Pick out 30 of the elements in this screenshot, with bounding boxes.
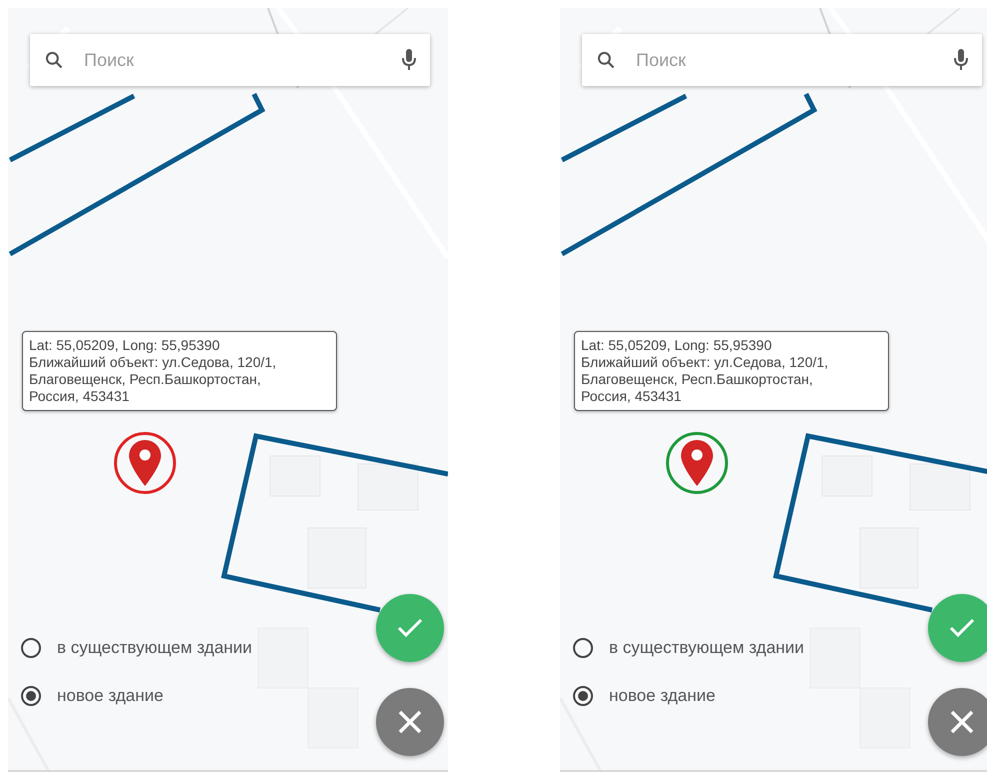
radio-option[interactable]: в существующем здании [21, 638, 252, 658]
microphone-icon[interactable] [402, 49, 416, 71]
search-icon [44, 50, 64, 70]
radio-option[interactable]: новое здание [573, 686, 804, 706]
info-text: Ближайший объект: ул.Седова, 120/1, [581, 354, 830, 371]
search-icon [596, 50, 616, 70]
search-bar[interactable]: Поиск [582, 34, 982, 86]
microphone-icon[interactable] [954, 49, 968, 71]
close-icon [950, 710, 974, 734]
checkmark-icon [949, 618, 975, 638]
info-text: Россия, 453431 [581, 388, 682, 405]
info-text: Россия, 453431 [29, 388, 130, 405]
map-pin-icon [681, 440, 713, 486]
search-bar[interactable]: Поиск [30, 34, 430, 86]
info-text: Lat: 55,05209, Long: 55,95390 [581, 337, 773, 354]
info-text: Благовещенск, Респ.Башкортостан, [581, 371, 814, 388]
radio-button[interactable] [573, 686, 593, 706]
info-text: Lat: 55,05209, Long: 55,95390 [29, 337, 221, 354]
radio-button[interactable] [573, 638, 593, 658]
info-text: Благовещенск, Респ.Башкортостан, [29, 371, 262, 388]
info-text: Ближайший объект: ул.Седова, 120/1, [29, 354, 278, 371]
search-field[interactable]: Поиск [82, 48, 384, 72]
radio-option[interactable]: в существующем здании [573, 638, 804, 658]
close-icon [398, 710, 422, 734]
checkmark-icon [397, 618, 423, 638]
radio-button[interactable] [21, 638, 41, 658]
radio-button[interactable] [21, 686, 41, 706]
search-field[interactable]: Поиск [634, 48, 936, 72]
map-pin-icon [129, 440, 161, 486]
radio-option[interactable]: новое здание [21, 686, 252, 706]
